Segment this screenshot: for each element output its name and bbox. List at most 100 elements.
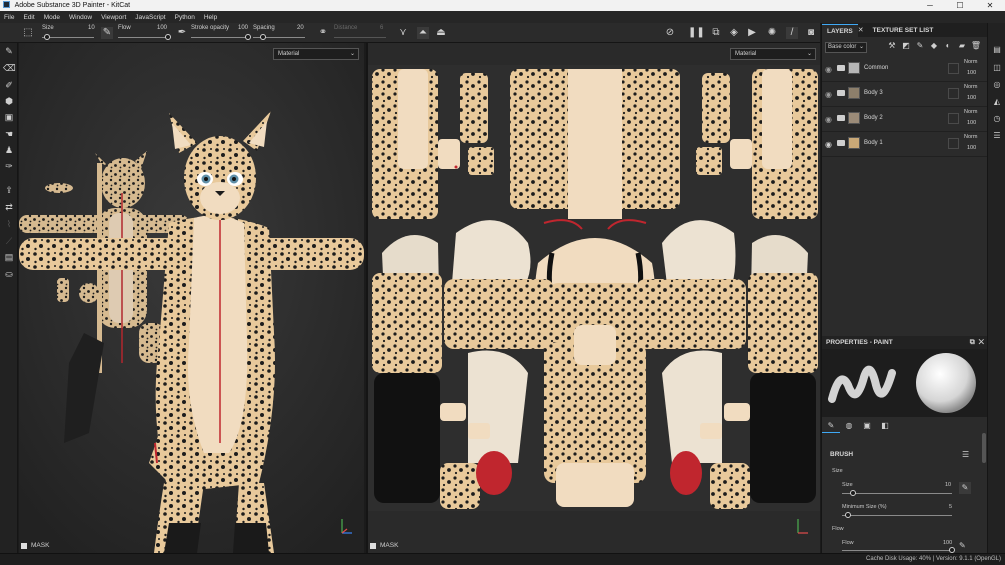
brush-tab-icon[interactable]: ✎	[822, 419, 840, 433]
cube-icon[interactable]: ◈	[728, 27, 740, 39]
mask-toggle-3d[interactable]: MASK	[21, 542, 49, 549]
layer-opacity[interactable]: 100	[967, 95, 976, 101]
viewport-3d[interactable]: Material ⌄ MASK	[19, 43, 364, 553]
delete-layer-icon[interactable]: 🗑	[969, 41, 983, 50]
viewport-mode-icon[interactable]: ⧉	[710, 27, 722, 39]
menu-mode[interactable]: Mode	[44, 14, 60, 21]
close-icon[interactable]: ✕	[979, 339, 984, 346]
material-select-3d[interactable]: Material ⌄	[273, 48, 359, 60]
layer-name[interactable]: Common	[864, 65, 888, 71]
visibility-icon[interactable]: ◉	[825, 90, 832, 99]
tab-layers[interactable]: LAYERS	[822, 24, 858, 37]
material-select-2d[interactable]: Material ⌄	[730, 48, 816, 60]
viewport-2d[interactable]: Material ⌄ MASK	[366, 43, 820, 553]
history-icon[interactable]: ◷	[992, 114, 1002, 124]
layer-opacity[interactable]: 100	[967, 120, 976, 126]
layer-row[interactable]: ◉ Common Norm 100	[822, 57, 987, 82]
layer-mask-slot[interactable]	[948, 113, 959, 124]
projection-icon[interactable]: ✐	[3, 79, 15, 91]
visibility-icon[interactable]: ◉	[825, 65, 832, 74]
add-folder-icon[interactable]: ▰	[955, 41, 969, 50]
menu-viewport[interactable]: Viewport	[101, 14, 126, 21]
mask-toggle-2d[interactable]: MASK	[370, 542, 398, 549]
spacing-slider-knob[interactable]	[260, 34, 267, 40]
brush-size-slider-knob[interactable]	[850, 490, 856, 496]
menu-window[interactable]: Window	[69, 14, 92, 21]
paint-brush-icon[interactable]: ✎	[3, 45, 15, 57]
add-paint-layer-icon[interactable]: ✎	[913, 41, 927, 50]
brush-flow-slider[interactable]	[842, 550, 952, 551]
spacing-value[interactable]: 20	[297, 25, 304, 31]
layer-blend-mode[interactable]: Norm	[964, 59, 977, 65]
properties-scrollbar[interactable]	[982, 433, 986, 463]
stroke-pen-icon[interactable]: ✒	[176, 27, 188, 39]
add-smart-icon[interactable]: ◐	[941, 41, 955, 50]
stroke-opacity-slider[interactable]	[191, 37, 248, 38]
layer-name[interactable]: Body 1	[864, 140, 883, 146]
layer-mask-slot[interactable]	[948, 63, 959, 74]
layer-blend-mode[interactable]: Norm	[964, 109, 977, 115]
min-size-slider[interactable]	[842, 515, 952, 516]
tab-texture-set-list[interactable]: TEXTURE SET LIST	[868, 24, 939, 37]
stroke-opacity-slider-knob[interactable]	[245, 34, 251, 40]
pen-pressure-icon[interactable]: ✎	[101, 27, 113, 39]
bake-textures-icon[interactable]: ▤	[3, 251, 15, 263]
paint-mode-icon[interactable]: /	[786, 27, 798, 39]
min-size-value[interactable]: 5	[949, 504, 952, 510]
close-window-icon[interactable]: ✕	[975, 0, 1005, 11]
smudge-icon[interactable]: ☚	[3, 128, 15, 140]
size-value[interactable]: 10	[88, 25, 95, 31]
layer-blend-mode[interactable]: Norm	[964, 134, 977, 140]
alignment-icon[interactable]: ⏏	[435, 27, 447, 39]
export-icon[interactable]: ⇪	[3, 184, 15, 196]
polygon-fill-icon[interactable]: ▣	[3, 111, 15, 123]
brush-tool-icon[interactable]: ⬚	[22, 27, 34, 39]
pen-pressure-icon[interactable]: ✎	[959, 482, 971, 494]
layer-opacity[interactable]: 100	[967, 70, 976, 76]
clone-stamp-icon[interactable]: ♟	[3, 144, 15, 156]
flow-pen-icon[interactable]: ✎	[959, 541, 966, 550]
brush-preview[interactable]	[822, 349, 988, 417]
transfer-icon[interactable]: ⇄	[3, 201, 15, 213]
layer-opacity[interactable]: 100	[967, 145, 976, 151]
maximize-icon[interactable]: ☐	[945, 0, 975, 11]
menu-file[interactable]: File	[4, 14, 14, 21]
menu-python[interactable]: Python	[175, 14, 195, 21]
menu-javascript[interactable]: JavaScript	[135, 14, 165, 21]
brush-size-value[interactable]: 10	[945, 482, 951, 488]
flow-value[interactable]: 100	[157, 25, 167, 31]
brush-flow-value[interactable]: 100	[943, 540, 952, 546]
layer-name[interactable]: Body 3	[864, 90, 883, 96]
checkbox-icon[interactable]	[370, 542, 376, 549]
min-size-slider-knob[interactable]	[844, 512, 851, 518]
log-icon[interactable]: ☰	[992, 131, 1002, 141]
camera-icon[interactable]: ▶	[746, 27, 758, 39]
flow-slider-knob[interactable]	[165, 34, 171, 40]
add-effect-icon[interactable]: ⚒	[885, 41, 899, 50]
screenshot-camera-icon[interactable]: ◙	[805, 27, 817, 39]
iray-icon[interactable]: ⛀	[3, 268, 15, 280]
layer-mask-slot[interactable]	[948, 138, 959, 149]
layer-row[interactable]: ◉ Body 1 Norm 100	[822, 132, 987, 157]
lazy-mouse-icon[interactable]: ⚭	[317, 27, 329, 39]
color-picker-icon[interactable]: ✑	[3, 160, 15, 172]
visibility-icon[interactable]: ◉	[825, 140, 832, 149]
layer-name[interactable]: Body 2	[864, 115, 883, 121]
pause-icon[interactable]: ❚❚	[688, 27, 705, 39]
display-settings-icon[interactable]: ◎	[992, 80, 1002, 90]
eraser-icon[interactable]: ⌫	[3, 62, 16, 74]
camera-projection-icon[interactable]: ⏶	[417, 27, 429, 39]
channel-select[interactable]: Base color ⌄	[825, 41, 867, 53]
flow-slider[interactable]	[118, 37, 168, 38]
minimize-icon[interactable]: ─	[915, 0, 945, 11]
layer-mask-slot[interactable]	[948, 88, 959, 99]
hide-show-icon[interactable]: ⊘	[664, 27, 676, 39]
size-slider-knob[interactable]	[44, 34, 51, 40]
close-icon[interactable]: ✕	[858, 24, 864, 37]
shader-settings-icon[interactable]: ◭	[992, 97, 1002, 107]
menu-help[interactable]: Help	[204, 14, 217, 21]
brush-size-slider[interactable]	[842, 493, 952, 494]
visibility-icon[interactable]: ◉	[825, 115, 832, 124]
menu-edit[interactable]: Edit	[23, 14, 34, 21]
add-mask-icon[interactable]: ◩	[899, 41, 913, 50]
